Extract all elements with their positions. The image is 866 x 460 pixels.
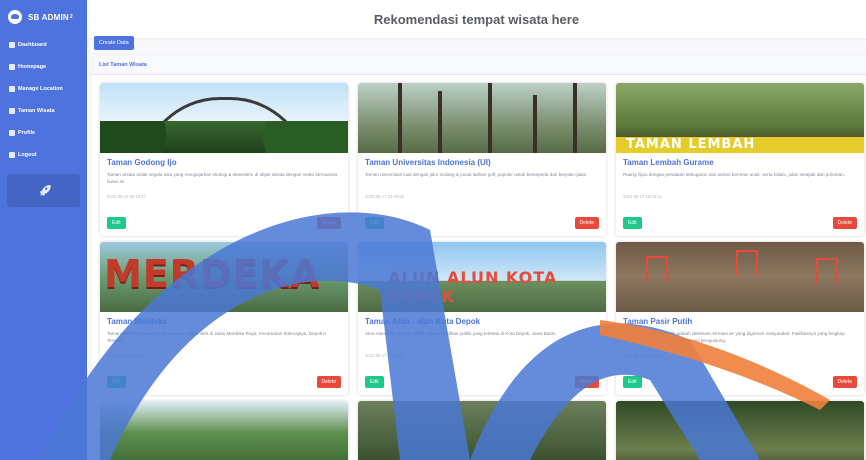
park-card: Taman Pasir Putih Taman Wisata Pasir Put… (616, 242, 864, 395)
park-image: TAMAN LEMBAH (616, 83, 864, 153)
tree-icon (9, 108, 15, 114)
sidebar-item-label: Dashboard (18, 42, 47, 48)
park-card (616, 401, 864, 460)
user-icon (9, 130, 15, 136)
card-date: 2022-05-16 08:19:27 (107, 194, 146, 199)
park-card: Taman Universitas Indonesia (UI) Taman u… (358, 83, 606, 236)
sidebar-item-logout[interactable]: Logout (0, 144, 87, 166)
delete-button[interactable]: Delete (574, 376, 599, 388)
image-merdeka-text: MERDEKA (104, 252, 321, 296)
sidebar-item-profile[interactable]: Profile (0, 122, 87, 144)
sidebar-item-taman-wisata[interactable]: Taman Wisata (0, 100, 87, 122)
brand-sup: 2 (69, 14, 73, 20)
rocket-icon (39, 184, 51, 196)
laugh-wink-icon (8, 10, 22, 24)
card-body: Taman Lembah Gurame Ruang hijau dengan p… (616, 153, 864, 199)
edit-button[interactable]: Edit (365, 376, 384, 388)
card-body: Taman Godong Ijo Taman wisata untuk sega… (100, 153, 348, 199)
card-date: 2022-05-17 16:40:47 (107, 353, 146, 358)
image-playground (736, 250, 758, 276)
list-card: List Taman Wisata Taman Godong Ijo Taman… (92, 55, 866, 460)
delete-button[interactable]: Delete (574, 217, 599, 229)
sidebar-item-label: Profile (18, 130, 36, 136)
image-trunk (488, 83, 492, 153)
park-image (616, 242, 864, 312)
card-description: Taman Merdeka namanya, berada dan diapit… (107, 331, 326, 344)
sidebar-item-manage-location[interactable]: Manage Location (0, 78, 87, 100)
park-card (358, 401, 606, 460)
park-image (358, 83, 606, 153)
card-date: 2022-05-17 15:40:03 (365, 194, 404, 199)
sidebar-brand[interactable]: SB ADMIN 2 (0, 0, 87, 34)
edit-button[interactable]: Edit (623, 217, 642, 229)
park-image (100, 83, 348, 153)
card-title: Taman Godong Ijo (107, 158, 177, 167)
sidebar-item-dashboard[interactable]: Dashboard (0, 34, 87, 56)
map-marker-icon (9, 86, 15, 92)
card-description: Taman Wisata Pasir Putih adalah destinas… (623, 331, 845, 344)
sidebar-item-label: Homepage (18, 64, 47, 70)
image-trunk (573, 83, 577, 153)
edit-button[interactable]: Edit (107, 217, 126, 229)
park-image: ALUN ALUN KOTA DEPOK (358, 242, 606, 312)
delete-button[interactable]: Delete (832, 217, 857, 229)
card-body: Taman Alun - alun Kota Depok Alun-Alun K… (358, 312, 606, 358)
park-image: MERDEKA (100, 242, 348, 312)
sidebar-nav: Dashboard Homepage Manage Location Taman… (0, 34, 87, 166)
card-grid: Taman Godong Ijo Taman wisata untuk sega… (100, 83, 864, 460)
main-content: Rekomendasi tempat wisata here Create Da… (87, 0, 866, 460)
edit-button[interactable]: Edit (365, 217, 384, 229)
card-title: Taman Alun - alun Kota Depok (365, 317, 481, 326)
sidebar-item-label: Logout (18, 152, 37, 158)
sign-out-icon (9, 152, 15, 158)
sidebar: SB ADMIN 2 Dashboard Homepage Manage Loc… (0, 0, 87, 460)
delete-button[interactable]: Delete (832, 376, 857, 388)
image-banner-text: TAMAN LEMBAH (616, 137, 864, 153)
card-body: Taman Pasir Putih Taman Wisata Pasir Put… (616, 312, 864, 358)
card-title: Taman Lembah Gurame (623, 158, 714, 167)
home-icon (9, 64, 15, 70)
card-title: Taman Merdeka (107, 317, 167, 326)
image-trunk (438, 91, 442, 153)
tachometer-icon (9, 42, 15, 48)
image-trees (100, 121, 348, 153)
park-card: MERDEKA Taman Merdeka Taman Merdeka nama… (100, 242, 348, 395)
edit-button[interactable]: Edit (623, 376, 642, 388)
card-description: Taman universitas luas dengan jalur mola… (365, 172, 588, 177)
sidebar-card (7, 174, 80, 207)
park-image (358, 401, 606, 460)
sidebar-item-homepage[interactable]: Homepage (0, 56, 87, 78)
delete-button[interactable]: Delete (316, 376, 341, 388)
card-body: Taman Merdeka Taman Merdeka namanya, ber… (100, 312, 348, 358)
card-date: 2022-05-17 17:04:40 (365, 353, 404, 358)
park-image (616, 401, 864, 460)
park-card: TAMAN LEMBAH Taman Lembah Gurame Ruang h… (616, 83, 864, 236)
park-image (100, 401, 348, 460)
sidebar-item-label: Taman Wisata (18, 108, 55, 114)
image-playground (816, 258, 838, 284)
image-trunk (398, 83, 402, 153)
topbar: Rekomendasi tempat wisata here (87, 0, 866, 38)
card-description: Taman wisata untuk segala usia yang meng… (107, 172, 338, 185)
park-card: Taman Godong Ijo Taman wisata untuk sega… (100, 83, 348, 236)
card-title: Taman Pasir Putih (623, 317, 693, 326)
image-sign-text: ALUN ALUN KOTA DEPOK (388, 268, 558, 306)
card-description: Ruang hijau dengan peralatan kebugaran d… (623, 172, 845, 177)
park-card: ALUN ALUN KOTA DEPOK Taman Alun - alun K… (358, 242, 606, 395)
card-title: Taman Universitas Indonesia (UI) (365, 158, 491, 167)
park-card (100, 401, 348, 460)
card-date: 2022-05-17 17:27:00 (623, 353, 662, 358)
card-description: Alun-Alun Kota Depok adalah sebuah fasil… (365, 331, 557, 336)
card-body: Taman Universitas Indonesia (UI) Taman u… (358, 153, 606, 199)
edit-button[interactable]: Edit (107, 376, 126, 388)
delete-button[interactable]: Delete (316, 217, 341, 229)
create-data-button[interactable]: Create Data (94, 36, 134, 50)
page-title: Rekomendasi tempat wisata here (373, 11, 580, 27)
card-date: 2022-05-17 16:08:14 (623, 194, 662, 199)
brand-name: SB ADMIN (28, 12, 69, 22)
sidebar-item-label: Manage Location (18, 86, 63, 92)
image-trunk (533, 95, 537, 153)
image-playground (646, 256, 668, 282)
list-title: List Taman Wisata (92, 55, 866, 75)
